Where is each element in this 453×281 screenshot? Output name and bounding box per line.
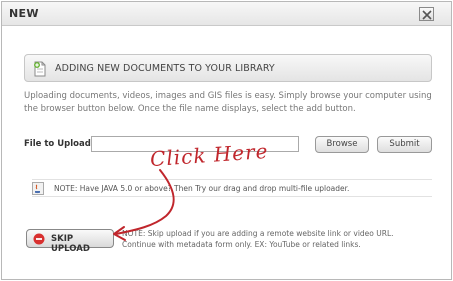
annotation-arrow (113, 169, 175, 241)
